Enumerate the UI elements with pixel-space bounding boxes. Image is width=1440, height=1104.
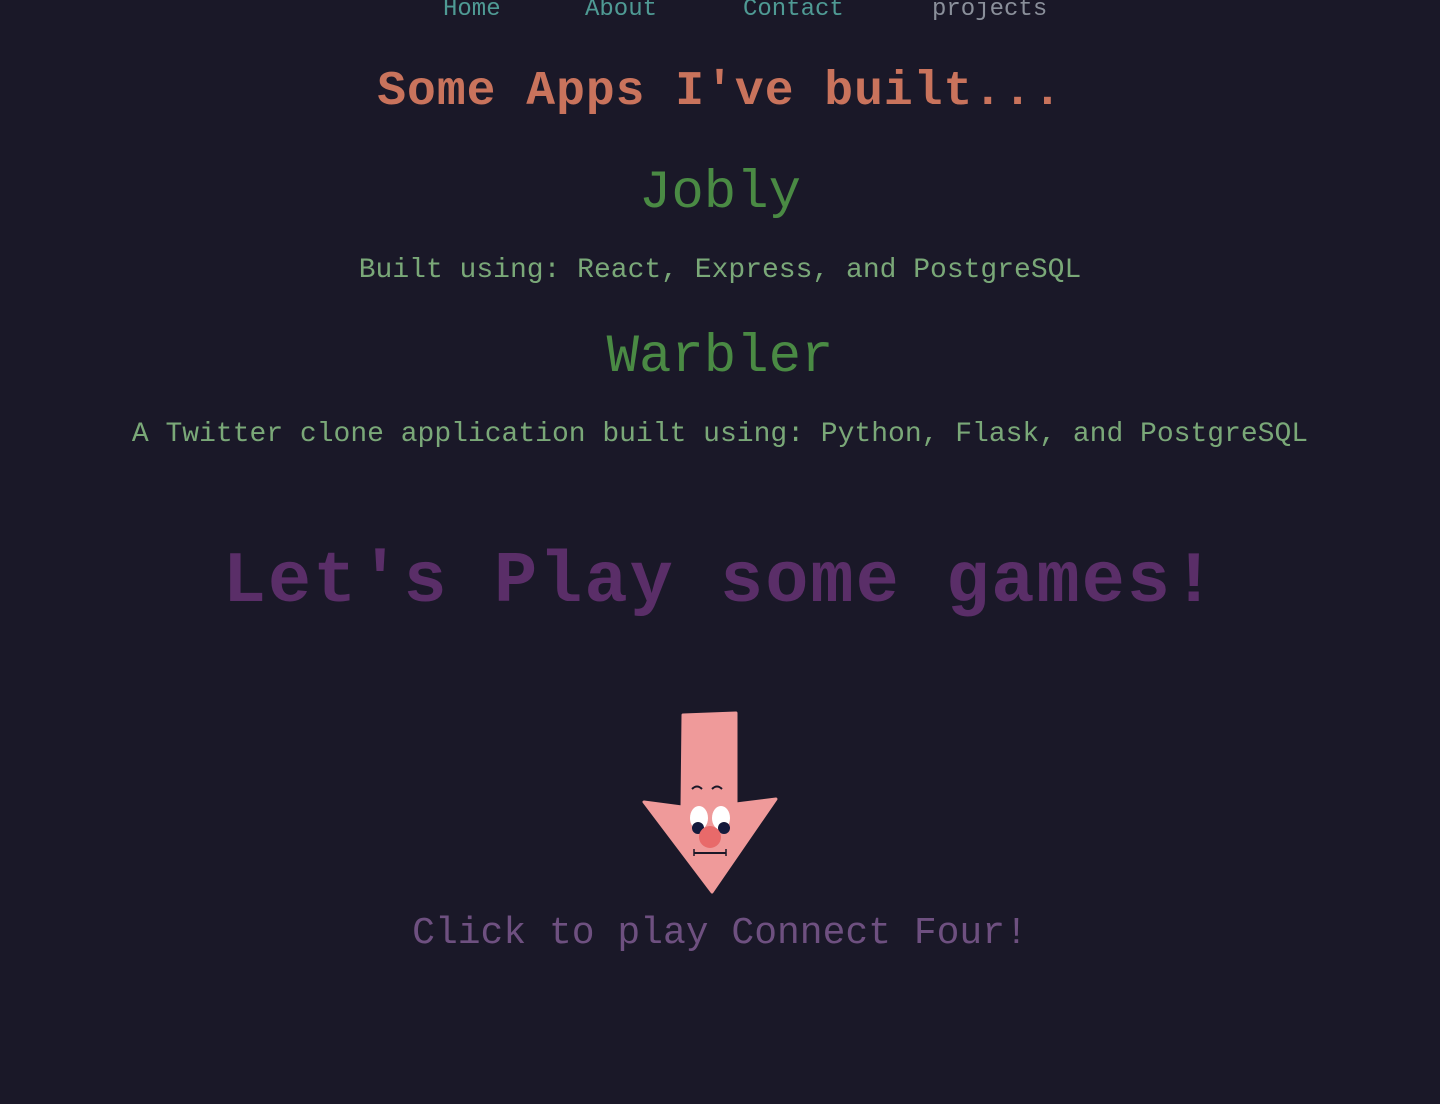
project-description-jobly: Built using: React, Express, and Postgre… [358, 255, 1082, 286]
nav-link-projects[interactable]: projects [932, 0, 1047, 24]
apps-heading: Some Apps I've built... [377, 65, 1063, 119]
connect-four-arrow-link[interactable] [640, 708, 780, 898]
connect-four-link[interactable]: Click to play Connect Four! [0, 912, 1440, 956]
pink-arrow-face-icon [642, 711, 778, 894]
nav-link-about[interactable]: About [585, 0, 657, 24]
games-heading: Let's Play some games! [222, 541, 1218, 623]
page: Home About Contact projects Some Apps I'… [0, 0, 1440, 1104]
project-description-warbler: A Twitter clone application built using:… [131, 419, 1309, 450]
project-title-jobly[interactable]: Jobly [0, 164, 1440, 224]
nav-link-contact[interactable]: Contact [743, 0, 844, 24]
project-title-warbler[interactable]: Warbler [0, 328, 1440, 388]
nav-link-home[interactable]: Home [443, 0, 501, 24]
top-nav: Home About Contact projects [0, 0, 1440, 24]
